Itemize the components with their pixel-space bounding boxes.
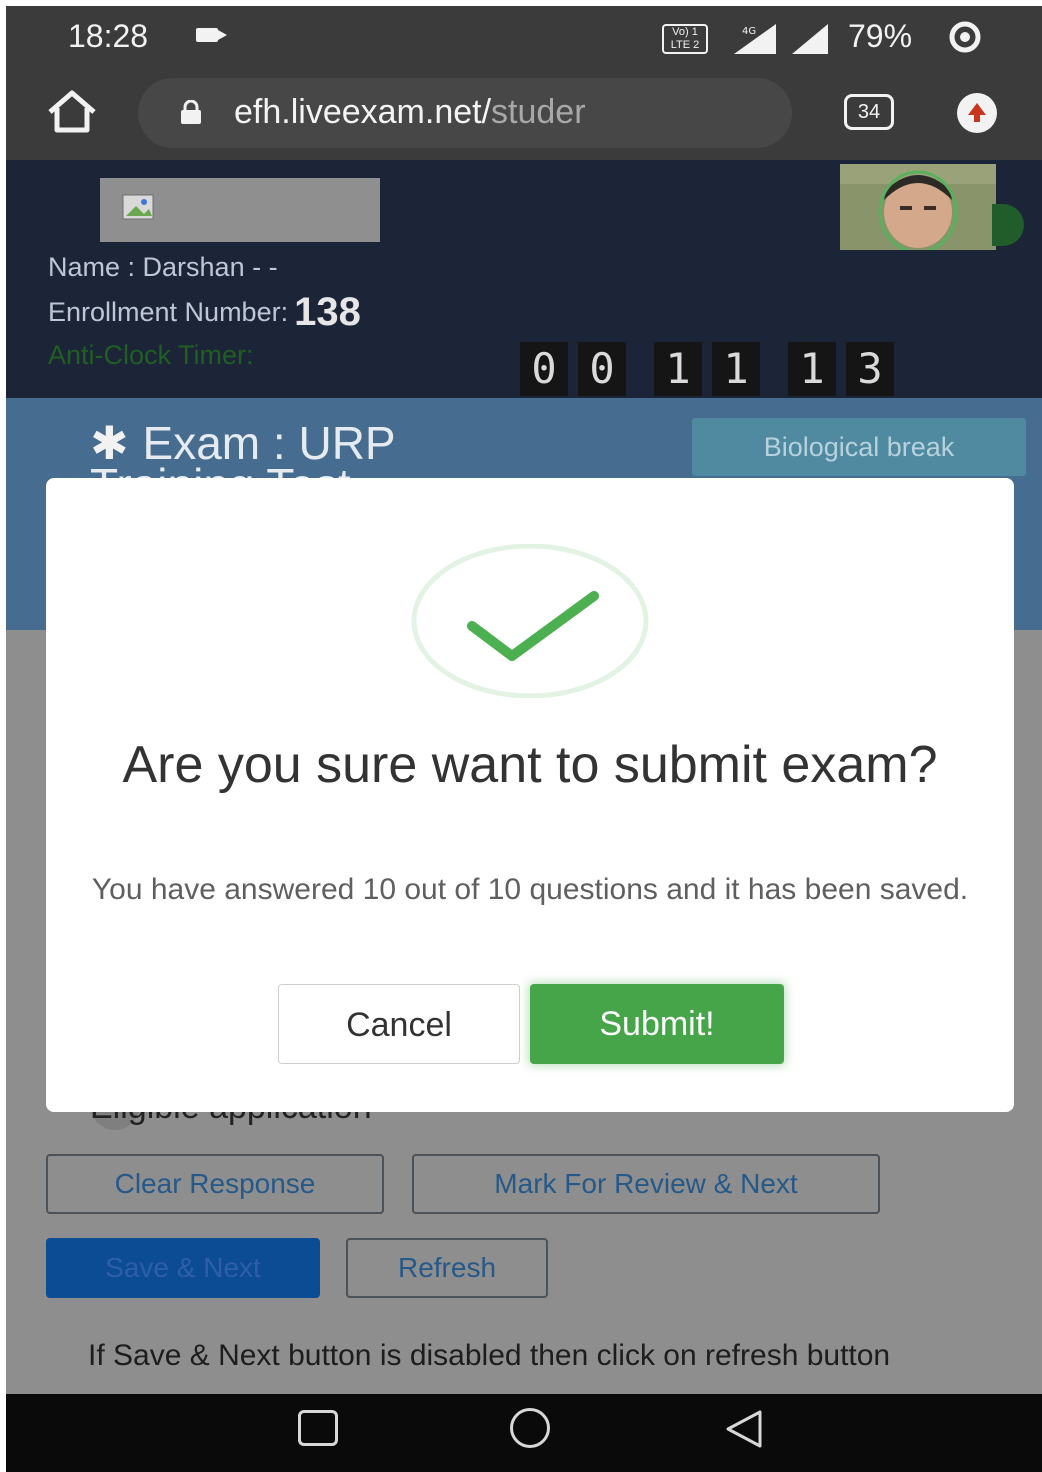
- timer-label: Anti-Clock Timer:: [48, 340, 254, 370]
- mark-for-review-button[interactable]: Mark For Review & Next: [412, 1154, 880, 1214]
- camera-status-indicator: [992, 204, 1024, 246]
- submit-button[interactable]: Submit!: [530, 984, 784, 1064]
- timer-digit: 1: [712, 342, 760, 396]
- tabs-icon[interactable]: 34: [844, 94, 894, 130]
- home-icon[interactable]: [44, 88, 100, 136]
- logo-placeholder: [100, 178, 380, 242]
- submit-confirm-dialog: Are you sure want to submit exam? You ha…: [46, 478, 1014, 1112]
- 4g-signal-icon: 4G: [734, 24, 776, 54]
- dialog-message: You have answered 10 out of 10 questions…: [91, 873, 969, 906]
- timer-digit: 3: [846, 342, 894, 396]
- lock-icon: [181, 100, 201, 124]
- enrollment-number: Enrollment Number: 138: [48, 290, 361, 334]
- browser-toolbar: efh.liveexam.net/studer 34: [6, 68, 1042, 160]
- timer-digit: 0: [578, 342, 626, 396]
- status-bar: 18:28 Vo) 1 LTE 2 4G 79%: [6, 6, 1042, 68]
- candidate-header: Name : Darshan - - Enrollment Number: 138…: [6, 160, 1042, 398]
- biological-break-button[interactable]: Biological break: [692, 418, 1026, 476]
- system-navigation-bar: [6, 1394, 1042, 1472]
- cancel-button[interactable]: Cancel: [278, 984, 520, 1064]
- upload-icon[interactable]: [952, 90, 1002, 136]
- phone-screen: 18:28 Vo) 1 LTE 2 4G 79% efh.liveexam.ne…: [6, 6, 1042, 1472]
- battery-percent: 79%: [848, 18, 913, 54]
- svg-text:4G: 4G: [742, 26, 756, 37]
- webcam-preview: [840, 164, 996, 250]
- signal-icon: [792, 24, 828, 54]
- clear-response-button[interactable]: Clear Response: [46, 1154, 384, 1214]
- broken-image-icon: [122, 194, 154, 220]
- checkmark-icon: [410, 544, 650, 698]
- candidate-name: Name : Darshan - -: [48, 252, 278, 282]
- nav-recents-icon[interactable]: [298, 1410, 338, 1446]
- clock: 18:28: [68, 18, 149, 54]
- save-and-next-button[interactable]: Save & Next: [46, 1238, 320, 1298]
- url-text: efh.liveexam.net/studer: [234, 93, 586, 131]
- dialog-title: Are you sure want to submit exam?: [122, 736, 938, 794]
- timer-digit: 0: [520, 342, 568, 396]
- video-camera-icon: [196, 28, 227, 42]
- refresh-note: If Save & Next button is disabled then c…: [88, 1339, 891, 1372]
- address-bar[interactable]: efh.liveexam.net/studer: [138, 78, 792, 148]
- data-saver-icon: [949, 21, 981, 53]
- timer-digit: 1: [654, 342, 702, 396]
- timer-digit: 1: [788, 342, 836, 396]
- refresh-button[interactable]: Refresh: [346, 1238, 548, 1298]
- volte-icon: Vo) 1 LTE 2: [662, 24, 708, 54]
- nav-back-icon[interactable]: [722, 1408, 766, 1450]
- nav-home-icon[interactable]: [510, 1408, 550, 1448]
